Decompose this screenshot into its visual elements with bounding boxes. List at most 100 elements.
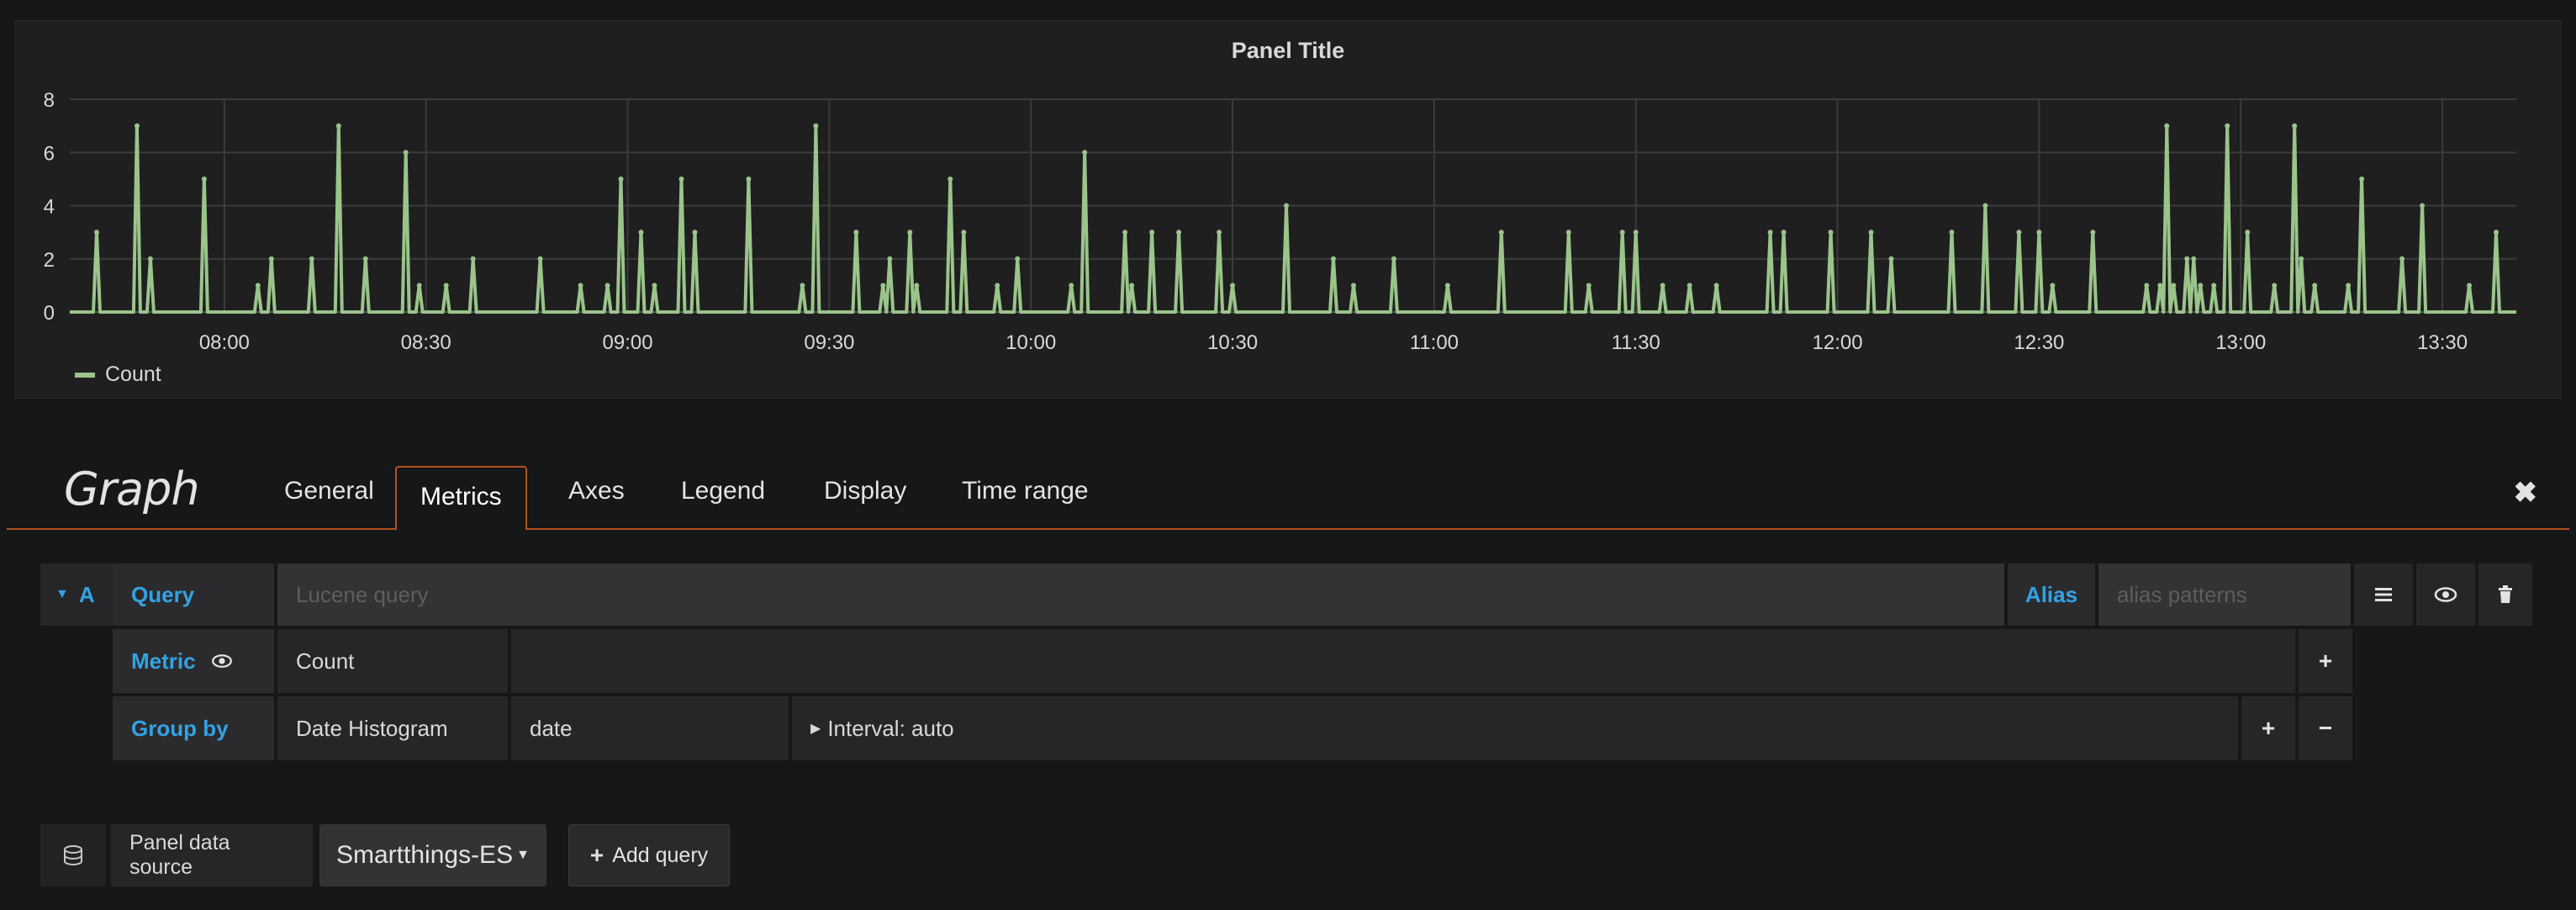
data-point <box>1767 230 1773 235</box>
data-point <box>746 176 752 182</box>
alias-input[interactable]: alias patterns <box>2098 563 2351 626</box>
data-point <box>1149 230 1155 235</box>
data-point <box>2157 283 2163 288</box>
legend-swatch <box>75 372 95 378</box>
x-tick-label: 08:00 <box>199 331 250 354</box>
data-point <box>537 256 543 262</box>
x-tick-label: 10:00 <box>1006 331 1056 354</box>
query-ref-id: A <box>78 581 95 607</box>
data-point <box>1828 230 1834 235</box>
data-point <box>201 176 207 182</box>
data-point <box>880 283 886 288</box>
data-point <box>1176 230 1182 235</box>
data-point <box>1069 283 1074 288</box>
data-point <box>2245 230 2251 235</box>
metric-type-select[interactable]: Count <box>277 629 508 693</box>
menu-icon[interactable] <box>2354 563 2413 626</box>
data-point <box>1217 230 1222 235</box>
data-point <box>1015 256 1021 262</box>
add-query-label: Add query <box>612 843 709 867</box>
data-point <box>995 283 1000 288</box>
data-point <box>2494 230 2499 235</box>
data-point <box>2359 176 2365 182</box>
data-point <box>2292 123 2298 129</box>
trash-icon[interactable] <box>2478 563 2532 626</box>
data-point <box>1633 230 1639 235</box>
group-by-type-select[interactable]: Date Histogram <box>277 696 508 760</box>
x-tick-label: 12:00 <box>1813 331 1863 354</box>
data-point <box>1391 256 1396 262</box>
panel-datasource-label: Panel data source <box>111 824 313 886</box>
data-point <box>2016 230 2022 235</box>
data-point <box>335 123 341 129</box>
tab-axes[interactable]: Axes <box>545 466 648 526</box>
x-tick-label: 11:30 <box>1612 331 1660 354</box>
data-point <box>1444 283 1450 288</box>
add-query-button[interactable]: + Add query <box>568 824 730 886</box>
metric-label-text: Metric <box>131 648 196 674</box>
tab-display[interactable]: Display <box>800 466 930 526</box>
data-point <box>134 123 140 129</box>
x-tick-label: 10:30 <box>1207 331 1258 354</box>
data-point <box>2050 283 2056 288</box>
group-by-label: Group by <box>113 696 274 760</box>
query-ref-toggle[interactable]: ▼ A <box>40 563 113 626</box>
database-icon <box>40 824 106 886</box>
tab-time-range[interactable]: Time range <box>938 466 1112 526</box>
data-point <box>800 283 805 288</box>
data-point <box>2198 283 2204 288</box>
data-point <box>1868 230 1874 235</box>
x-tick-label: 13:00 <box>2215 331 2266 354</box>
data-point <box>1230 283 1236 288</box>
eye-icon[interactable] <box>211 653 233 669</box>
x-tick-label: 12:30 <box>2014 331 2064 354</box>
query-label: Query <box>113 563 274 626</box>
legend-label-count[interactable]: Count <box>105 362 161 387</box>
close-icon[interactable]: ✖ <box>2514 476 2538 510</box>
data-point <box>2346 283 2352 288</box>
data-point <box>2272 283 2278 288</box>
data-point <box>2184 256 2190 262</box>
legend: Count <box>75 362 161 387</box>
data-point <box>1713 283 1719 288</box>
interval-toggle[interactable]: ▶ Interval: auto <box>792 696 2238 760</box>
data-point <box>1082 150 1088 156</box>
query-input[interactable]: Lucene query <box>277 563 2004 626</box>
data-point <box>1498 230 1504 235</box>
series-line-count[interactable] <box>70 124 2516 314</box>
eye-icon[interactable] <box>2416 563 2475 626</box>
x-tick-label: 08:30 <box>401 331 451 354</box>
caret-down-icon: ▼ <box>55 587 69 601</box>
group-by-field-select[interactable]: date <box>511 696 789 760</box>
data-point <box>618 176 624 182</box>
y-tick-label: 8 <box>44 89 55 112</box>
data-point <box>887 256 893 262</box>
data-point <box>692 230 698 235</box>
data-point <box>2036 230 2042 235</box>
data-point <box>1330 256 1336 262</box>
data-point <box>1949 230 1955 235</box>
data-point <box>147 256 153 262</box>
data-point <box>604 283 610 288</box>
data-point <box>1888 256 1894 262</box>
data-point <box>2399 256 2405 262</box>
interval-label: Interval: auto <box>827 715 954 741</box>
add-metric-icon[interactable]: + <box>2299 629 2352 693</box>
tab-metrics[interactable]: Metrics <box>395 466 527 530</box>
data-point <box>1982 203 1988 209</box>
datasource-select[interactable]: Smartthings-ES ▼ <box>319 824 546 886</box>
metric-options <box>511 629 2295 693</box>
y-tick-label: 4 <box>44 196 55 219</box>
alias-label: Alias <box>2008 563 2095 626</box>
y-tick-label: 0 <box>44 302 55 325</box>
remove-group-by-icon[interactable]: − <box>2299 696 2352 760</box>
caret-down-icon: ▼ <box>516 848 530 862</box>
tab-legend[interactable]: Legend <box>657 466 789 526</box>
data-point <box>403 150 409 156</box>
add-group-by-icon[interactable]: + <box>2241 696 2295 760</box>
tab-general[interactable]: General <box>261 466 398 526</box>
data-point <box>255 283 261 288</box>
data-point <box>1122 230 1128 235</box>
data-point <box>362 256 368 262</box>
data-point <box>268 256 274 262</box>
